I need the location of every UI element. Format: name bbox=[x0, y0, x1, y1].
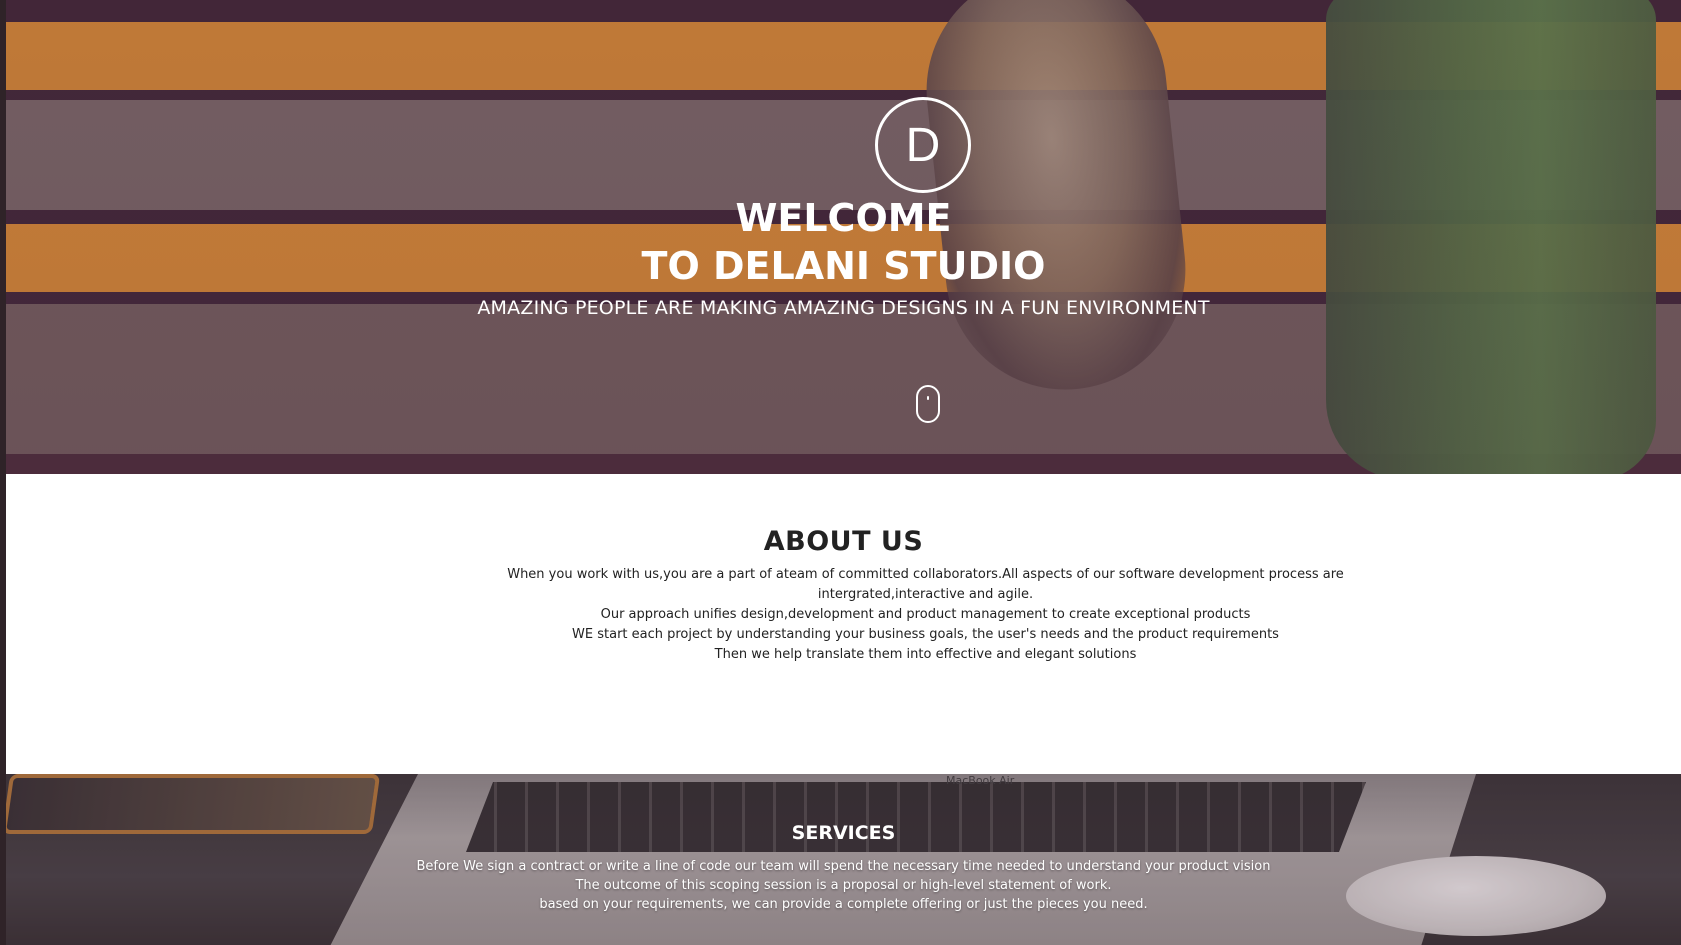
about-line: When you work with us,you are a part of … bbox=[507, 567, 1344, 602]
services-line: based on your requirements, we can provi… bbox=[539, 897, 1148, 912]
about-line: Then we help translate them into effecti… bbox=[714, 647, 1137, 662]
logo-badge[interactable]: D bbox=[875, 97, 971, 193]
about-line: Our approach unifies design,development … bbox=[600, 607, 1251, 622]
services-heading: SERVICES bbox=[791, 822, 896, 844]
about-heading: ABOUT US bbox=[763, 526, 924, 557]
mouse-icon[interactable] bbox=[916, 385, 940, 423]
services-line: The outcome of this scoping session is a… bbox=[575, 878, 1112, 893]
services-content: SERVICES Before We sign a contract or wr… bbox=[6, 774, 1681, 945]
mouse-wheel bbox=[927, 396, 929, 400]
hero-title-line1: WELCOME bbox=[735, 196, 952, 240]
services-text: Before We sign a contract or write a lin… bbox=[6, 857, 1681, 914]
services-line: Before We sign a contract or write a lin… bbox=[416, 859, 1271, 874]
about-section: ABOUT US When you work with us,you are a… bbox=[6, 474, 1681, 774]
about-line: WE start each project by understanding y… bbox=[572, 627, 1279, 642]
hero-section: D WELCOME TO DELANI STUDIO AMAZING PEOPL… bbox=[6, 0, 1681, 474]
about-text: When you work with us,you are a part of … bbox=[463, 565, 1388, 665]
hero-title: WELCOME TO DELANI STUDIO bbox=[6, 194, 1681, 290]
hero-title-line2: TO DELANI STUDIO bbox=[641, 244, 1046, 288]
logo-letter: D bbox=[905, 118, 941, 172]
hero-content: D WELCOME TO DELANI STUDIO AMAZING PEOPL… bbox=[6, 0, 1681, 474]
services-section: MacBook Air SERVICES Before We sign a co… bbox=[6, 774, 1681, 945]
hero-subtitle: AMAZING PEOPLE ARE MAKING AMAZING DESIGN… bbox=[477, 297, 1210, 319]
